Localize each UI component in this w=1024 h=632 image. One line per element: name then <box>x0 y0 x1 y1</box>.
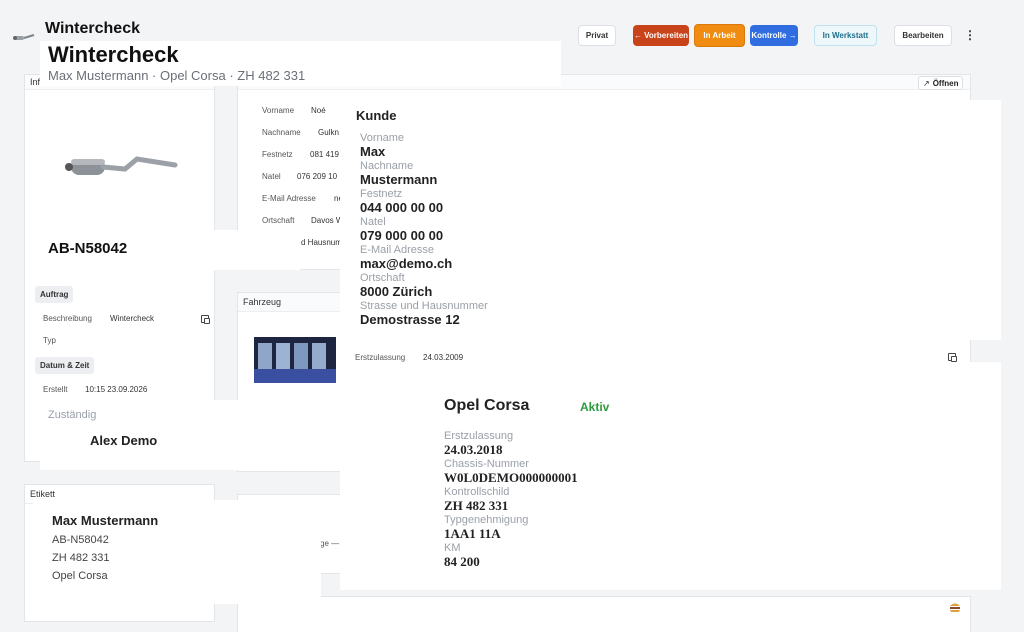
kontrollschild-label: Kontrollschild <box>444 486 510 498</box>
kunde-overlay: Kunde Vorname Max Nachname Mustermann Fe… <box>340 100 1001 340</box>
bg-festnetz-label: Festnetz <box>262 150 293 159</box>
vehicle-status-badge: Aktiv <box>580 400 610 414</box>
bottom-panel <box>237 596 971 632</box>
order-number: AB-N58042 <box>48 240 128 257</box>
vorname-label: Vorname <box>360 132 405 144</box>
erstellt-label: Erstellt <box>43 385 68 394</box>
zustaendig-label: Zuständig <box>48 409 97 421</box>
nachname-label: Nachname <box>360 160 414 172</box>
km-label: KM <box>444 542 461 554</box>
kontrollschild-value: ZH 482 331 <box>444 498 509 513</box>
etikett-line-3: Opel Corsa <box>52 570 108 582</box>
beschreibung-value: Wintercheck <box>110 314 155 323</box>
bg-nachname-label: Nachname <box>262 128 301 137</box>
bg-nachname-value: Gulkn <box>318 128 339 137</box>
vehicle-photo <box>254 337 336 383</box>
bg-strasse-value: d Hausnum <box>301 238 342 247</box>
zustaendig-value: Alex Demo <box>90 433 158 448</box>
bg-ortschaft-label: Ortschaft <box>262 216 295 225</box>
bg-natel-label: Natel <box>262 172 281 181</box>
order-number-overlay: AB-N58042 <box>40 230 300 270</box>
fahrzeug-fields: Erstzulassung 24.03.2018 Chassis-Nummer … <box>444 430 578 570</box>
datum-pill: Datum & Zeit <box>35 357 95 374</box>
ortschaft-label: Ortschaft <box>360 272 405 284</box>
strasse-value: Demostrasse 12 <box>360 312 460 327</box>
erstzulassung-label: Erstzulassung <box>444 430 514 442</box>
auftrag-pill: Auftrag <box>35 286 74 303</box>
vehicle-name: Opel Corsa <box>444 397 530 414</box>
privat-button[interactable]: Privat <box>578 25 616 46</box>
km-value: 84 200 <box>444 554 480 569</box>
etikett-name: Max Mustermann <box>52 513 159 528</box>
in-arbeit-button[interactable]: In Arbeit <box>694 24 745 47</box>
festnetz-value: 044 000 00 00 <box>360 200 444 215</box>
more-menu-icon[interactable]: ⋮ <box>964 28 976 42</box>
zustaendig-overlay: Zuständig Alex Demo <box>40 400 340 470</box>
app-title: Wintercheck <box>45 20 140 37</box>
burger-icon[interactable] <box>949 600 961 612</box>
etikett-overlay: Max Mustermann AB-N58042 ZH 482 331 Opel… <box>33 500 321 604</box>
chassis-label: Chassis-Nummer <box>444 458 529 470</box>
bg-ortschaft-value: Davos W <box>311 216 344 225</box>
bg-vorname-label: Vorname <box>262 106 295 115</box>
bg-erstzulassung-label: Erstzulassung <box>355 353 406 362</box>
page-title: Wintercheck <box>48 42 179 67</box>
email-value: max@demo.ch <box>360 256 453 271</box>
natel-value: 079 000 00 00 <box>360 228 444 243</box>
vorbereiten-button[interactable]: ← Vorbereiten <box>633 25 689 46</box>
lower-panel-text: ge — <box>320 539 340 548</box>
festnetz-label: Festnetz <box>360 188 403 200</box>
kunde-title: Kunde <box>356 108 397 123</box>
ortschaft-value: 8000 Zürich <box>360 284 433 299</box>
etikett-line-2: ZH 482 331 <box>52 552 110 564</box>
bg-vorname-value: Noé <box>311 106 326 115</box>
external-link-icon: ↗ <box>923 78 930 88</box>
nachname-value: Mustermann <box>360 172 438 187</box>
copy-icon[interactable] <box>201 315 210 324</box>
chassis-value: W0L0DEMO000000001 <box>444 470 578 485</box>
natel-label: Natel <box>360 216 386 228</box>
bearbeiten-button[interactable]: Bearbeiten <box>894 25 952 46</box>
bg-erstzulassung-value: 24.03.2009 <box>423 353 464 362</box>
kunde-fields: Vorname Max Nachname Mustermann Festnetz… <box>360 132 488 328</box>
open-button[interactable]: ↗ Öffnen <box>918 76 964 90</box>
email-label: E-Mail Adresse <box>360 244 434 256</box>
beschreibung-label: Beschreibung <box>43 314 92 323</box>
vorname-value: Max <box>360 144 386 159</box>
open-label: Öffnen <box>932 78 959 88</box>
bg-festnetz-value: 081 419 <box>310 150 339 159</box>
kontrolle-button[interactable]: Kontrolle → <box>750 25 798 46</box>
typ-label: Typ <box>43 336 56 345</box>
erstellt-value: 10:15 23.09.2026 <box>85 385 148 394</box>
bg-natel-value: 076 209 10 <box>297 172 338 181</box>
page-subtitle: Max Mustermann · Opel Corsa · ZH 482 331 <box>48 68 306 83</box>
etikett-line-1: AB-N58042 <box>52 534 109 546</box>
erstzulassung-value: 24.03.2018 <box>444 442 503 457</box>
typgenehmigung-value: 1AA1 11A <box>444 526 501 541</box>
in-werkstatt-button[interactable]: In Werkstatt <box>814 25 877 46</box>
bg-email-label: E-Mail Adresse <box>262 194 316 203</box>
fahrzeug-overlay: Opel Corsa Aktiv Erstzulassung 24.03.201… <box>340 362 1001 590</box>
title-overlay: Wintercheck Max Mustermann · Opel Corsa … <box>40 41 561 86</box>
product-image <box>63 145 179 185</box>
strasse-label: Strasse und Hausnummer <box>360 300 488 312</box>
typgenehmigung-label: Typgenehmigung <box>444 514 529 526</box>
copy-icon[interactable] <box>948 353 957 362</box>
app-logo-icon <box>12 30 38 42</box>
